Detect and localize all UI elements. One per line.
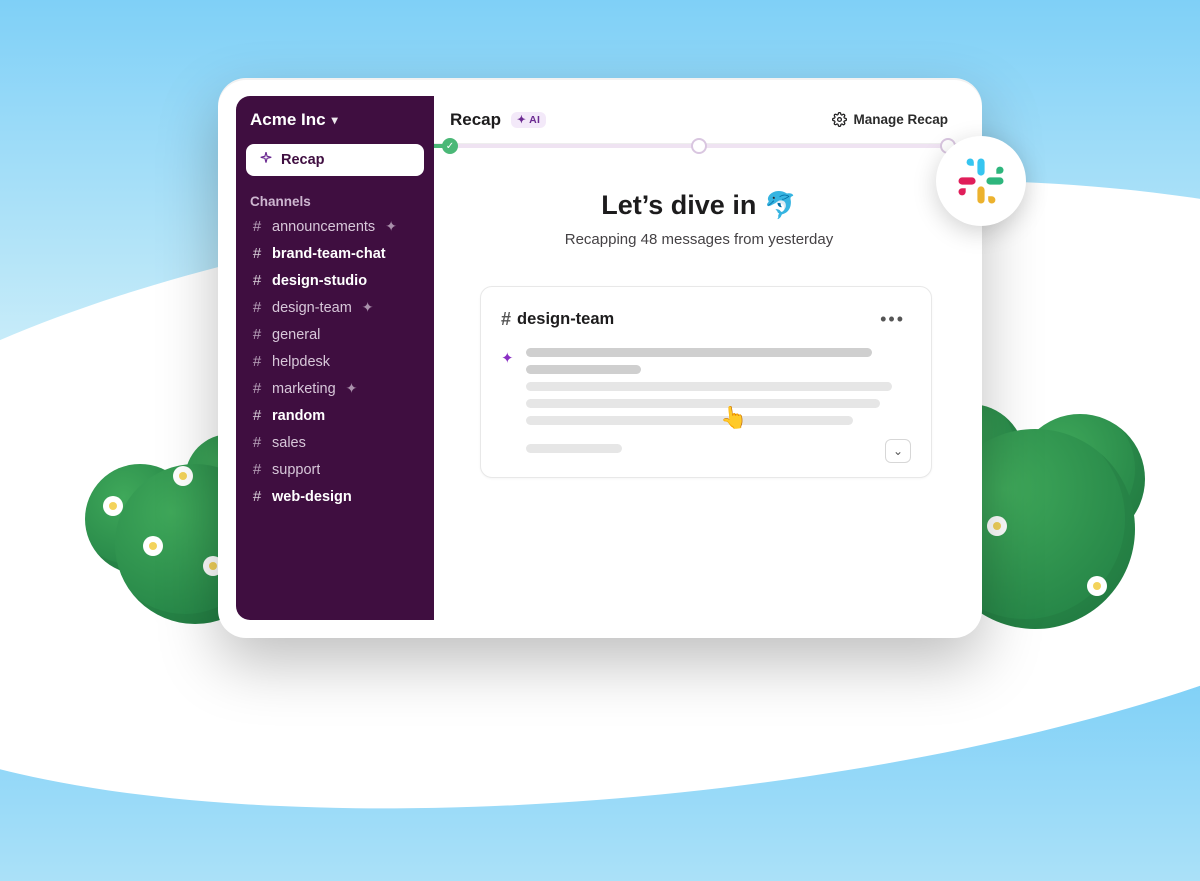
sidebar-channel-marketing[interactable]: # marketing ✦ bbox=[236, 375, 434, 402]
sidebar-recap-label: Recap bbox=[281, 152, 325, 168]
main-pane: Recap ✦ AI Manage Recap ✓ bbox=[434, 96, 964, 620]
workspace-switcher[interactable]: Acme Inc ▾ bbox=[236, 96, 434, 140]
sparkle-icon: ✦ bbox=[501, 349, 514, 463]
recap-card-header: # design-team ••• bbox=[501, 305, 911, 334]
sidebar-channel-design-team[interactable]: # design-team ✦ bbox=[236, 294, 434, 321]
channel-list: # announcements ✦ # brand-team-chat # design-s… bbox=[236, 213, 434, 510]
hash-icon: # bbox=[250, 380, 264, 397]
hash-icon: # bbox=[250, 326, 264, 343]
recap-hero: Let’s dive in 🐬 Recapping 48 messages fr… bbox=[434, 148, 964, 270]
hash-icon: # bbox=[250, 272, 264, 289]
recap-progress-step-2 bbox=[691, 138, 707, 154]
channel-label: design-team bbox=[272, 300, 352, 316]
recap-progress-step-1: ✓ bbox=[442, 138, 458, 154]
main-header: Recap ✦ AI Manage Recap bbox=[434, 96, 964, 144]
recap-card[interactable]: # design-team ••• ✦ bbox=[480, 286, 932, 478]
page-title: Recap bbox=[450, 110, 501, 130]
slack-logo-icon bbox=[954, 154, 1008, 208]
sidebar-channel-announcements[interactable]: # announcements ✦ bbox=[236, 213, 434, 240]
recap-card-channel: design-team bbox=[517, 310, 614, 329]
channel-label: brand-team-chat bbox=[272, 246, 386, 262]
sparkle-icon: ✦ bbox=[362, 299, 374, 316]
sidebar-channel-design-studio[interactable]: # design-studio bbox=[236, 267, 434, 294]
channel-label: design-studio bbox=[272, 273, 367, 289]
chevron-down-icon: ▾ bbox=[332, 113, 338, 127]
expand-summary-button[interactable]: ⌄ bbox=[885, 439, 911, 463]
gear-icon bbox=[832, 112, 847, 127]
channel-label: marketing bbox=[272, 381, 336, 397]
sidebar-channel-sales[interactable]: # sales bbox=[236, 429, 434, 456]
workspace-name: Acme Inc bbox=[250, 110, 326, 130]
recap-summary: ✦ ⌄ bbox=[501, 348, 911, 463]
sidebar-item-recap[interactable]: Recap bbox=[246, 144, 424, 176]
card-more-button[interactable]: ••• bbox=[874, 305, 911, 334]
hash-icon: # bbox=[250, 245, 264, 262]
manage-recap-label: Manage Recap bbox=[853, 112, 948, 127]
hash-icon: # bbox=[250, 407, 264, 424]
sidebar-section-channels: Channels bbox=[236, 190, 434, 213]
summary-placeholder-lines: ⌄ bbox=[526, 348, 911, 463]
sidebar-channel-brand-team-chat[interactable]: # brand-team-chat bbox=[236, 240, 434, 267]
sidebar-channel-helpdesk[interactable]: # helpdesk bbox=[236, 348, 434, 375]
hash-icon: # bbox=[250, 353, 264, 370]
channel-label: helpdesk bbox=[272, 354, 330, 370]
channel-label: support bbox=[272, 462, 320, 478]
hash-icon: # bbox=[250, 461, 264, 478]
hash-icon: # bbox=[250, 434, 264, 451]
ai-badge: ✦ AI bbox=[511, 112, 546, 128]
app-screen: Acme Inc ▾ Recap Channels # announcements… bbox=[236, 96, 964, 620]
sidebar-channel-web-design[interactable]: # web-design bbox=[236, 483, 434, 510]
sparkle-icon: ✦ bbox=[517, 114, 526, 126]
hero-subtitle: Recapping 48 messages from yesterday bbox=[454, 231, 944, 248]
channel-label: web-design bbox=[272, 489, 352, 505]
hash-icon: # bbox=[501, 309, 511, 330]
sparkle-icon: ✦ bbox=[346, 380, 358, 397]
hash-icon: # bbox=[250, 218, 264, 235]
sparkle-icon: ✦ bbox=[385, 218, 397, 235]
dolphin-icon: 🐬 bbox=[764, 190, 796, 221]
recap-progress: ✓ bbox=[434, 144, 964, 148]
channel-label: random bbox=[272, 408, 325, 424]
sidebar-channel-support[interactable]: # support bbox=[236, 456, 434, 483]
channel-label: announcements bbox=[272, 219, 375, 235]
hash-icon: # bbox=[250, 488, 264, 505]
channel-label: sales bbox=[272, 435, 306, 451]
tablet-frame: Acme Inc ▾ Recap Channels # announcements… bbox=[218, 78, 982, 638]
sparkle-icon bbox=[259, 151, 273, 169]
sidebar: Acme Inc ▾ Recap Channels # announcements… bbox=[236, 96, 434, 620]
channel-label: general bbox=[272, 327, 320, 343]
ai-badge-text: AI bbox=[529, 114, 540, 126]
hash-icon: # bbox=[250, 299, 264, 316]
manage-recap-button[interactable]: Manage Recap bbox=[832, 112, 948, 127]
sidebar-channel-random[interactable]: # random bbox=[236, 402, 434, 429]
slack-logo-badge bbox=[936, 136, 1026, 226]
hero-title: Let’s dive in bbox=[601, 190, 756, 221]
sidebar-channel-general[interactable]: # general bbox=[236, 321, 434, 348]
